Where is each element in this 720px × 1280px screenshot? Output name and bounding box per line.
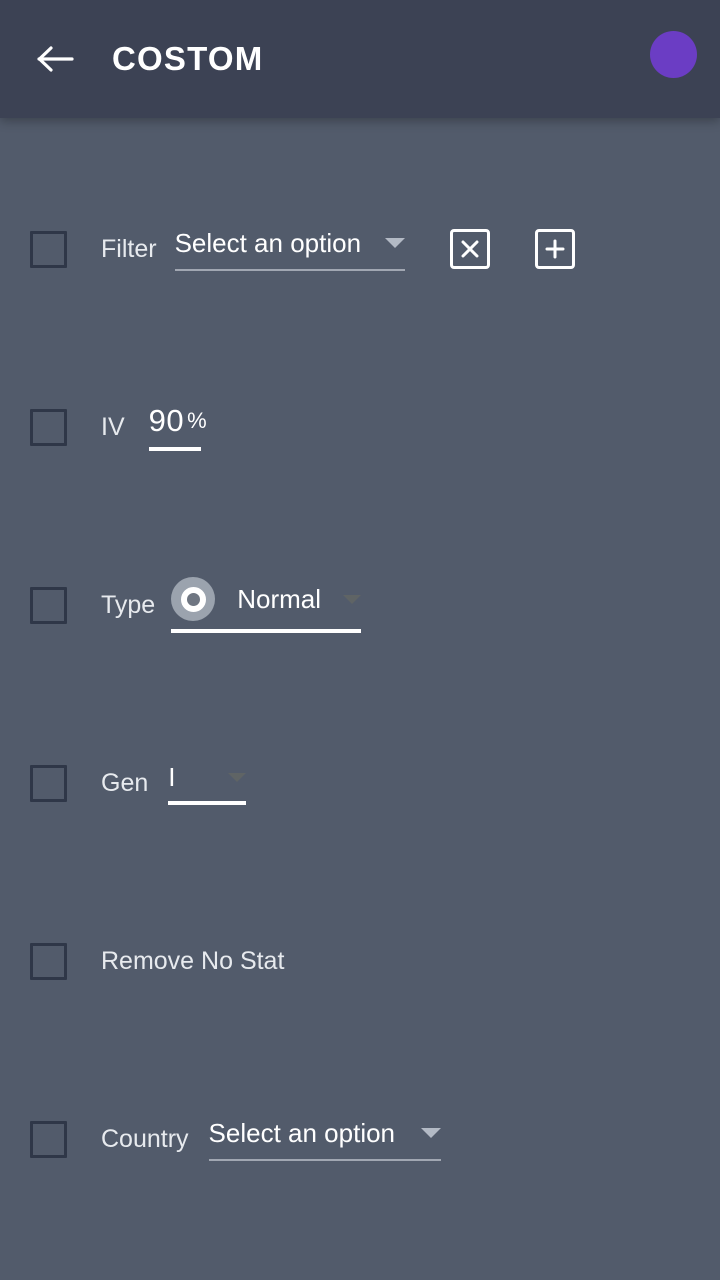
plus-box-icon — [544, 238, 566, 260]
dropdown-filter[interactable]: Select an option — [174, 227, 405, 271]
normal-type-icon — [171, 577, 216, 621]
checkbox-gen[interactable] — [30, 764, 67, 802]
row-gen: Gen I — [0, 752, 720, 814]
avatar[interactable] — [650, 31, 697, 78]
label-gen: Gen — [101, 768, 149, 797]
field-underline — [148, 447, 201, 451]
row-iv: IV 90 % — [0, 396, 720, 458]
page-title: COSTOM — [112, 40, 264, 77]
close-box-icon — [459, 238, 481, 260]
chevron-down-icon — [228, 772, 247, 782]
back-button[interactable] — [24, 27, 88, 91]
clear-filter-button[interactable] — [449, 229, 490, 269]
label-iv: IV — [101, 412, 125, 441]
chevron-down-icon — [343, 594, 362, 604]
chevron-down-icon — [384, 238, 405, 248]
input-iv[interactable]: 90 % — [148, 403, 207, 451]
arrow-left-icon — [36, 44, 76, 74]
label-filter: Filter — [101, 234, 157, 263]
iv-value: 90 — [148, 403, 185, 438]
label-type: Type — [101, 590, 156, 619]
chevron-down-icon — [420, 1128, 441, 1138]
row-filter: Filter Select an option — [0, 218, 720, 280]
field-underline — [168, 800, 247, 805]
add-filter-button[interactable] — [534, 229, 575, 269]
dropdown-type-value: Normal — [237, 583, 321, 614]
checkbox-iv[interactable] — [30, 408, 67, 446]
row-country: Country Select an option — [0, 1108, 720, 1170]
app-bar: COSTOM — [0, 0, 720, 118]
field-underline — [208, 1159, 441, 1161]
checkbox-filter[interactable] — [30, 230, 67, 268]
form-container: Filter Select an option IV 90 % Type Nor… — [0, 118, 720, 1280]
dropdown-type[interactable]: Normal — [171, 577, 362, 633]
row-type: Type Normal — [0, 574, 720, 636]
label-remove-no-stat: Remove No Stat — [101, 946, 285, 975]
dropdown-filter-value: Select an option — [174, 227, 362, 258]
checkbox-type[interactable] — [30, 586, 67, 624]
dropdown-country[interactable]: Select an option — [208, 1117, 441, 1161]
label-country: Country — [101, 1124, 189, 1153]
field-underline — [171, 629, 362, 633]
row-remove-no-stat: Remove No Stat — [0, 930, 720, 992]
checkbox-country[interactable] — [30, 1120, 67, 1158]
dropdown-gen-value: I — [168, 761, 176, 792]
field-underline — [174, 269, 405, 271]
checkbox-remove-no-stat[interactable] — [30, 942, 67, 980]
iv-percent-suffix: % — [187, 408, 207, 433]
dropdown-gen[interactable]: I — [168, 761, 247, 805]
dropdown-country-value: Select an option — [208, 1117, 396, 1148]
